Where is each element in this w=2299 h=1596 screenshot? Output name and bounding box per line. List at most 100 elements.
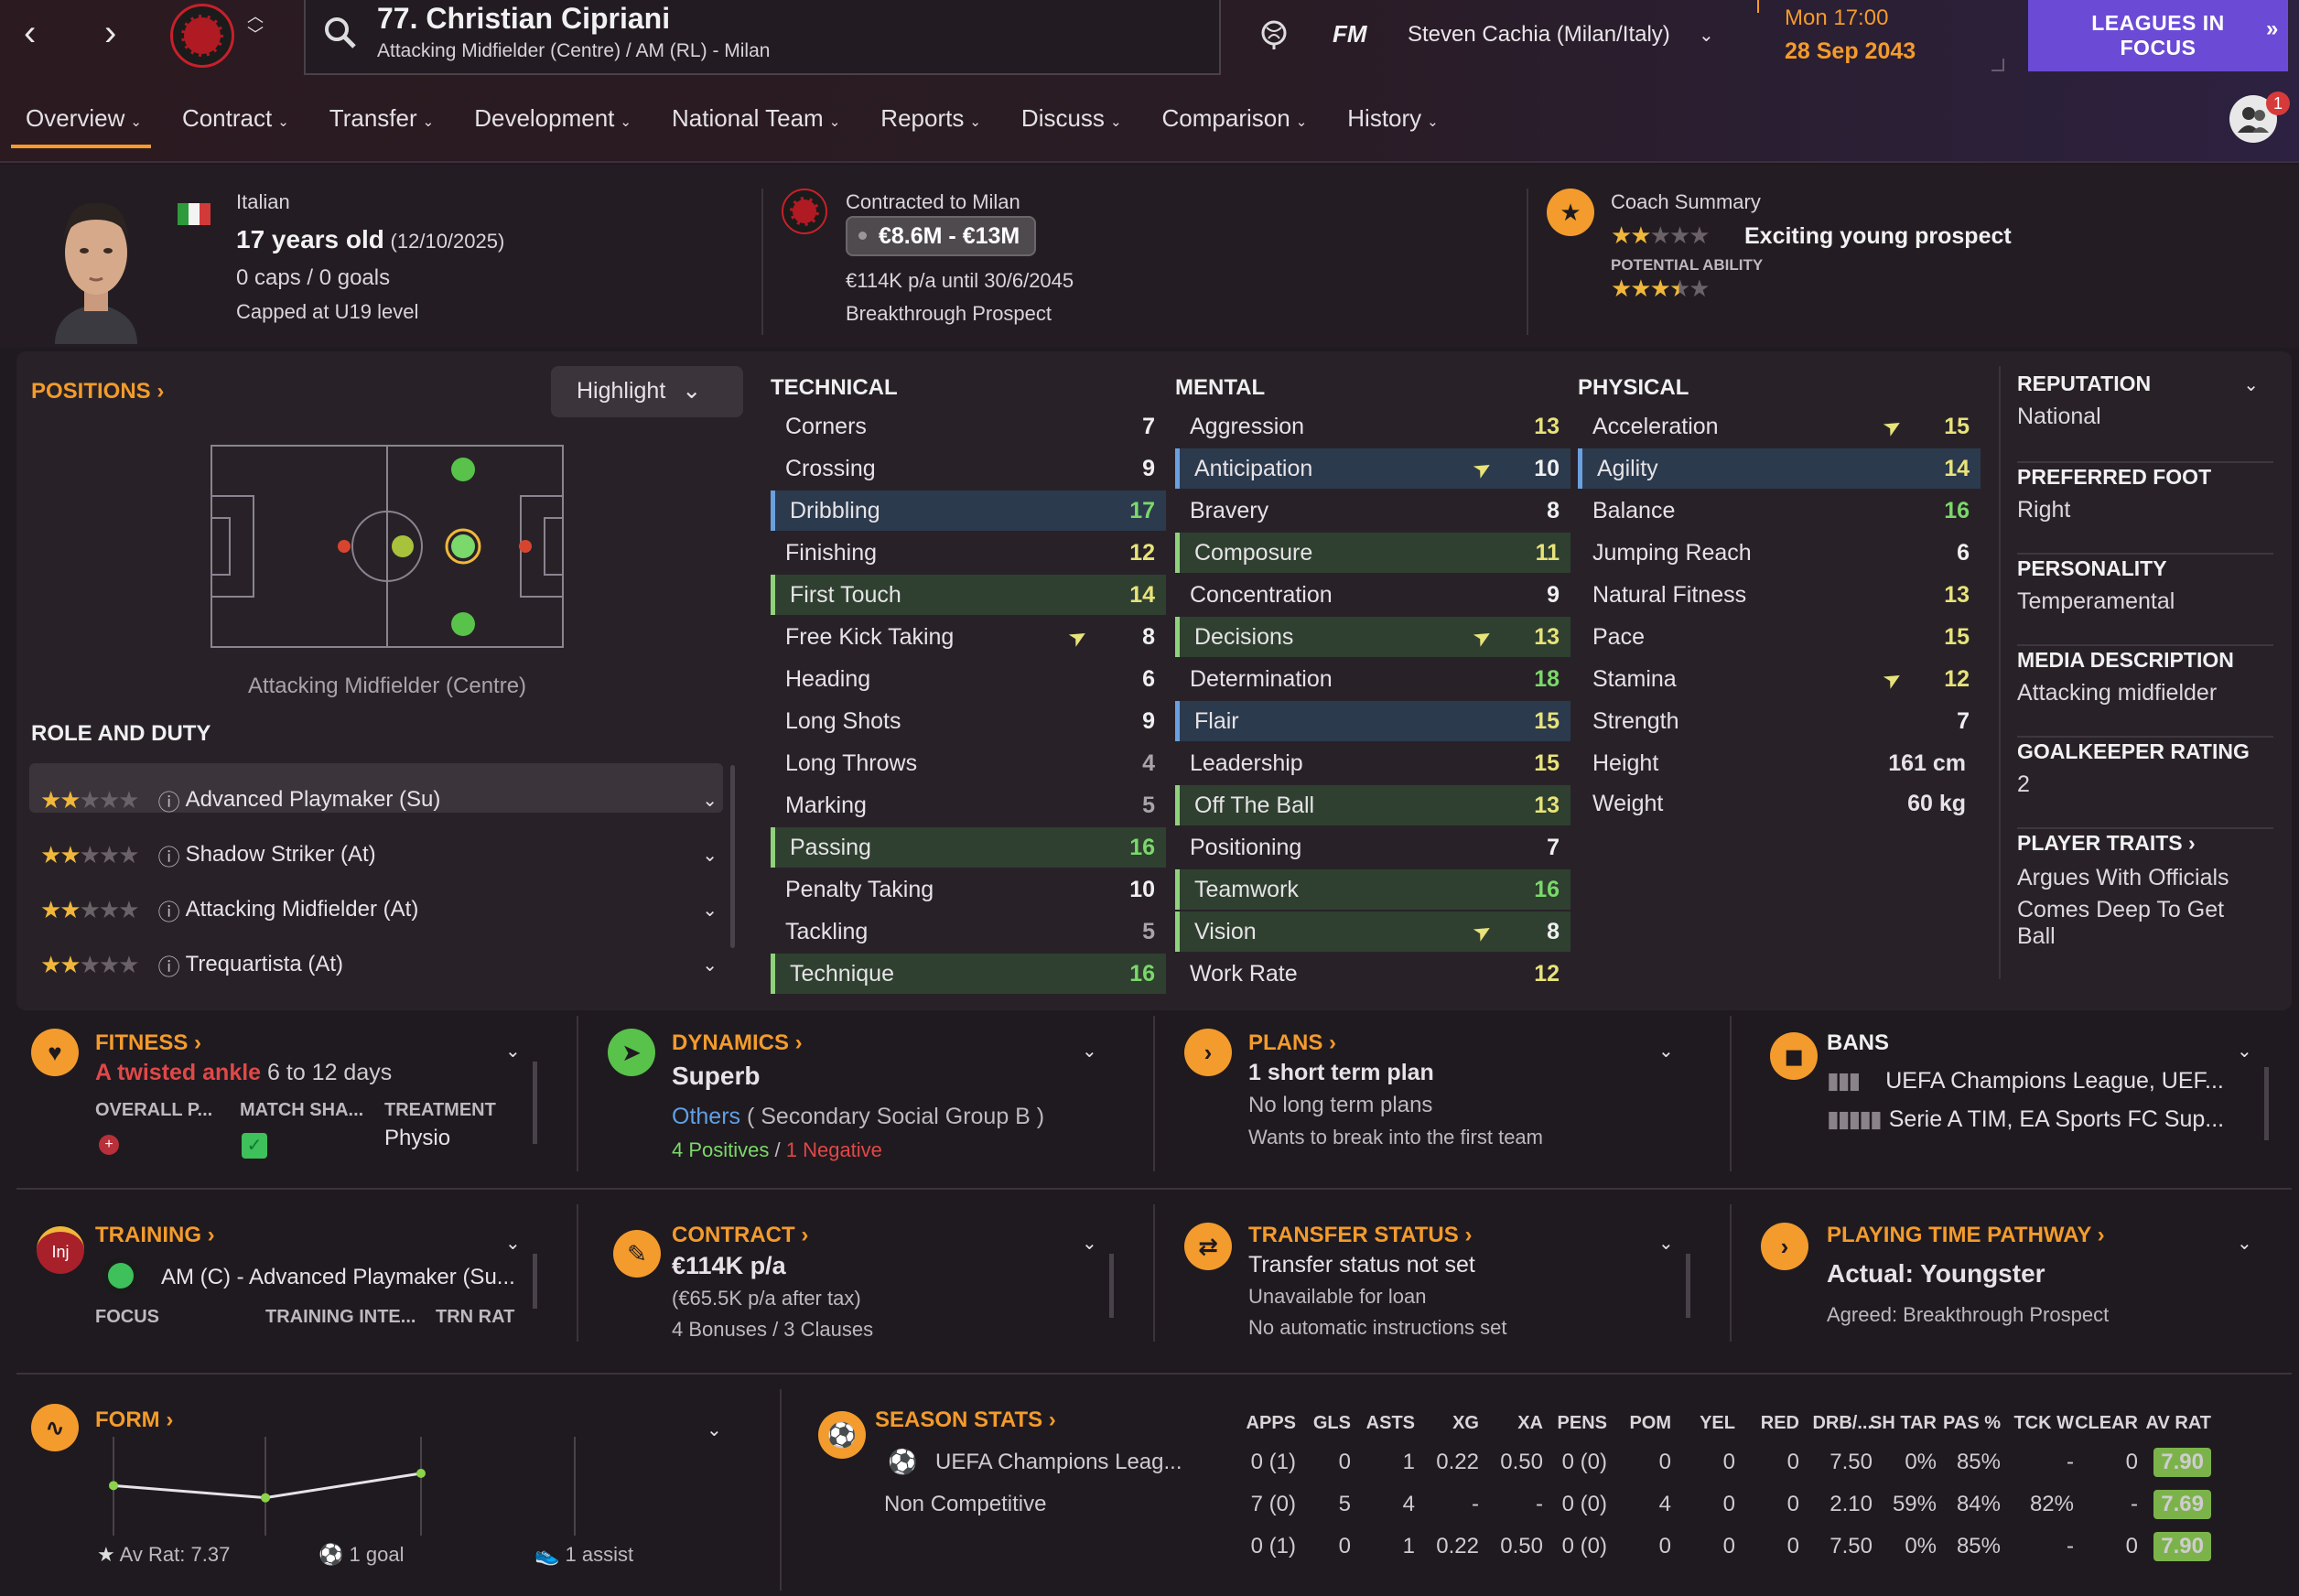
attribute-row-crossing[interactable]: Crossing 9: [771, 448, 1166, 489]
attribute-row-agility[interactable]: Agility 14: [1578, 448, 1981, 489]
season-stats-column-header[interactable]: CLEAR: [2075, 1413, 2138, 1434]
attribute-row-determination[interactable]: Determination 18: [1175, 659, 1570, 699]
attribute-row-first-touch[interactable]: First Touch 14: [771, 575, 1166, 615]
attribute-row-natural-fitness[interactable]: Natural Fitness 13: [1578, 575, 1981, 615]
transfer-expand-chevron-icon[interactable]: ⌄: [1658, 1232, 1674, 1255]
season-stats-column-header[interactable]: DRB/...: [1812, 1413, 1873, 1434]
pathway-expand-chevron-icon[interactable]: ⌄: [2237, 1232, 2252, 1255]
tab-national-team[interactable]: National Team ⌄: [672, 104, 840, 133]
attribute-row-anticipation[interactable]: Anticipation 10 ➤: [1175, 448, 1570, 489]
attribute-row-bravery[interactable]: Bravery 8: [1175, 491, 1570, 531]
attribute-row-jumping-reach[interactable]: Jumping Reach 6: [1578, 533, 1981, 573]
role-row[interactable]: ★★★★★ ⓘ Attacking Midfielder (At) ⌄: [40, 882, 718, 937]
attribute-row-passing[interactable]: Passing 16: [771, 827, 1166, 868]
manager-name[interactable]: Steven Cachia (Milan/Italy): [1408, 22, 1670, 48]
attribute-row-tackling[interactable]: Tackling 5: [771, 911, 1166, 952]
attribute-row-long-shots[interactable]: Long Shots 9: [771, 701, 1166, 741]
contract-expand-chevron-icon[interactable]: ⌄: [1082, 1232, 1097, 1255]
fitness-scrollbar[interactable]: [533, 1062, 537, 1144]
season-stats-column-header[interactable]: ASTS: [1366, 1413, 1415, 1434]
attribute-row-corners[interactable]: Corners 7: [771, 406, 1166, 447]
tab-contract[interactable]: Contract ⌄: [182, 104, 289, 133]
fm-logo[interactable]: FM: [1333, 20, 1367, 49]
season-stats-column-header[interactable]: GLS: [1313, 1413, 1351, 1434]
form-expand-chevron-icon[interactable]: ⌄: [707, 1418, 722, 1441]
attribute-row-decisions[interactable]: Decisions 13 ➤: [1175, 617, 1570, 657]
plans-link[interactable]: PLANS ›: [1248, 1030, 1336, 1056]
season-stats-column-header[interactable]: SH TAR: [1870, 1413, 1937, 1434]
attribute-row-leadership[interactable]: Leadership 15: [1175, 743, 1570, 783]
manager-dropdown-chevron-icon[interactable]: ⌄: [1699, 24, 1714, 47]
tab-overview[interactable]: Overview ⌄: [11, 104, 151, 148]
attribute-row-dribbling[interactable]: Dribbling 17: [771, 491, 1166, 531]
back-arrow-icon[interactable]: ‹: [24, 15, 36, 51]
notification-badge[interactable]: 1: [2266, 92, 2290, 115]
tab-comparison[interactable]: Comparison ⌄: [1162, 104, 1308, 133]
attribute-row-work-rate[interactable]: Work Rate 12: [1175, 954, 1570, 994]
leagues-in-focus-button[interactable]: LEAGUES IN FOCUS: [2028, 0, 2288, 71]
forward-arrow-icon[interactable]: ›: [104, 15, 116, 51]
transfer-value-pill[interactable]: €8.6M - €13M: [846, 216, 1037, 256]
attribute-row-finishing[interactable]: Finishing 12: [771, 533, 1166, 573]
highlight-dropdown[interactable]: Highlight ⌄: [551, 366, 743, 417]
attribute-row-balance[interactable]: Balance 16: [1578, 491, 1981, 531]
attribute-row-vision[interactable]: Vision 8 ➤: [1175, 911, 1570, 952]
role-scrollbar[interactable]: [730, 765, 735, 948]
role-row[interactable]: ★★★★★ ⓘ Advanced Playmaker (Su) ⌄: [40, 772, 718, 827]
date-time[interactable]: Mon 17:00: [1785, 5, 1888, 31]
bans-scrollbar[interactable]: [2264, 1067, 2269, 1140]
attribute-row-free-kick-taking[interactable]: Free Kick Taking 8 ➤: [771, 617, 1166, 657]
player-traits-block[interactable]: PLAYER TRAITS › Argues With Officials Come…: [2017, 829, 2273, 950]
attribute-row-concentration[interactable]: Concentration 9: [1175, 575, 1570, 615]
social-group[interactable]: Others ( Secondary Social Group B ): [672, 1104, 1044, 1130]
contract-link[interactable]: CONTRACT ›: [672, 1223, 808, 1248]
reputation-block[interactable]: REPUTATION National ⌄: [2017, 372, 2273, 463]
season-stats-column-header[interactable]: XA: [1517, 1413, 1543, 1434]
training-expand-chevron-icon[interactable]: ⌄: [505, 1232, 521, 1255]
fitness-link[interactable]: FITNESS ›: [95, 1030, 201, 1056]
attribute-row-pace[interactable]: Pace 15: [1578, 617, 1981, 657]
tab-discuss[interactable]: Discuss ⌄: [1021, 104, 1122, 133]
positions-link[interactable]: POSITIONS ›: [31, 379, 164, 404]
attribute-row-flair[interactable]: Flair 15: [1175, 701, 1570, 741]
bans-expand-chevron-icon[interactable]: ⌄: [2237, 1040, 2252, 1062]
attribute-row-aggression[interactable]: Aggression 13: [1175, 406, 1570, 447]
training-scrollbar[interactable]: [533, 1254, 537, 1309]
attribute-row-long-throws[interactable]: Long Throws 4: [771, 743, 1166, 783]
dynamics-link[interactable]: DYNAMICS ›: [672, 1030, 803, 1056]
attribute-row-penalty-taking[interactable]: Penalty Taking 10: [771, 869, 1166, 910]
season-stats-column-header[interactable]: APPS: [1247, 1413, 1296, 1434]
attribute-row-strength[interactable]: Strength 7: [1578, 701, 1981, 741]
season-stats-row[interactable]: 0 (1) 0 1 0.22 0.50 0 (0) 0 0 0 7.50 0% 85% - 0 7.90: [875, 1528, 2266, 1570]
transfer-scrollbar[interactable]: [1686, 1254, 1690, 1318]
season-stats-column-header[interactable]: RED: [1761, 1413, 1799, 1434]
season-stats-row[interactable]: Non Competitive 7 (0) 5 4- -0 (0) 4 0 0 2.10 59% 8…: [875, 1486, 2266, 1528]
training-link[interactable]: TRAINING ›: [95, 1223, 215, 1248]
attribute-row-off-the-ball[interactable]: Off The Ball 13: [1175, 785, 1570, 825]
season-stats-column-header[interactable]: AV RAT: [2146, 1413, 2211, 1434]
chevron-updown-icon[interactable]: ︿ ﹀: [247, 7, 264, 44]
tab-reports[interactable]: Reports ⌄: [880, 104, 981, 133]
transfer-status-link[interactable]: TRANSFER STATUS ›: [1248, 1223, 1472, 1248]
season-stats-column-header[interactable]: PENS: [1558, 1413, 1607, 1434]
role-row[interactable]: ★★★★★ ⓘ Trequartista (At) ⌄: [40, 937, 718, 992]
season-stats-column-header[interactable]: YEL: [1700, 1413, 1735, 1434]
attribute-row-heading[interactable]: Heading 6: [771, 659, 1166, 699]
attribute-row-stamina[interactable]: Stamina 12 ➤: [1578, 659, 1981, 699]
attribute-row-technique[interactable]: Technique 16: [771, 954, 1166, 994]
contract-scrollbar[interactable]: [1109, 1254, 1114, 1318]
season-stats-column-header[interactable]: POM: [1629, 1413, 1671, 1434]
season-stats-column-header[interactable]: PAS %: [1943, 1413, 2001, 1434]
globe-icon[interactable]: [1257, 18, 1290, 58]
playing-time-pathway-link[interactable]: PLAYING TIME PATHWAY ›: [1827, 1223, 2105, 1248]
season-stats-column-header[interactable]: TCK W: [2013, 1413, 2074, 1434]
attribute-row-marking[interactable]: Marking 5: [771, 785, 1166, 825]
attribute-row-composure[interactable]: Composure 11: [1175, 533, 1570, 573]
club-badge-icon[interactable]: [170, 4, 234, 68]
attribute-row-teamwork[interactable]: Teamwork 16: [1175, 869, 1570, 910]
search-icon[interactable]: [322, 15, 359, 58]
fitness-expand-chevron-icon[interactable]: ⌄: [505, 1040, 521, 1062]
tab-history[interactable]: History ⌄: [1347, 104, 1438, 133]
season-stats-row[interactable]: ⚽ UEFA Champions Leag... 0 (1) 0 1 0.22 0.50 0 …: [875, 1444, 2266, 1486]
plans-expand-chevron-icon[interactable]: ⌄: [1658, 1040, 1674, 1062]
